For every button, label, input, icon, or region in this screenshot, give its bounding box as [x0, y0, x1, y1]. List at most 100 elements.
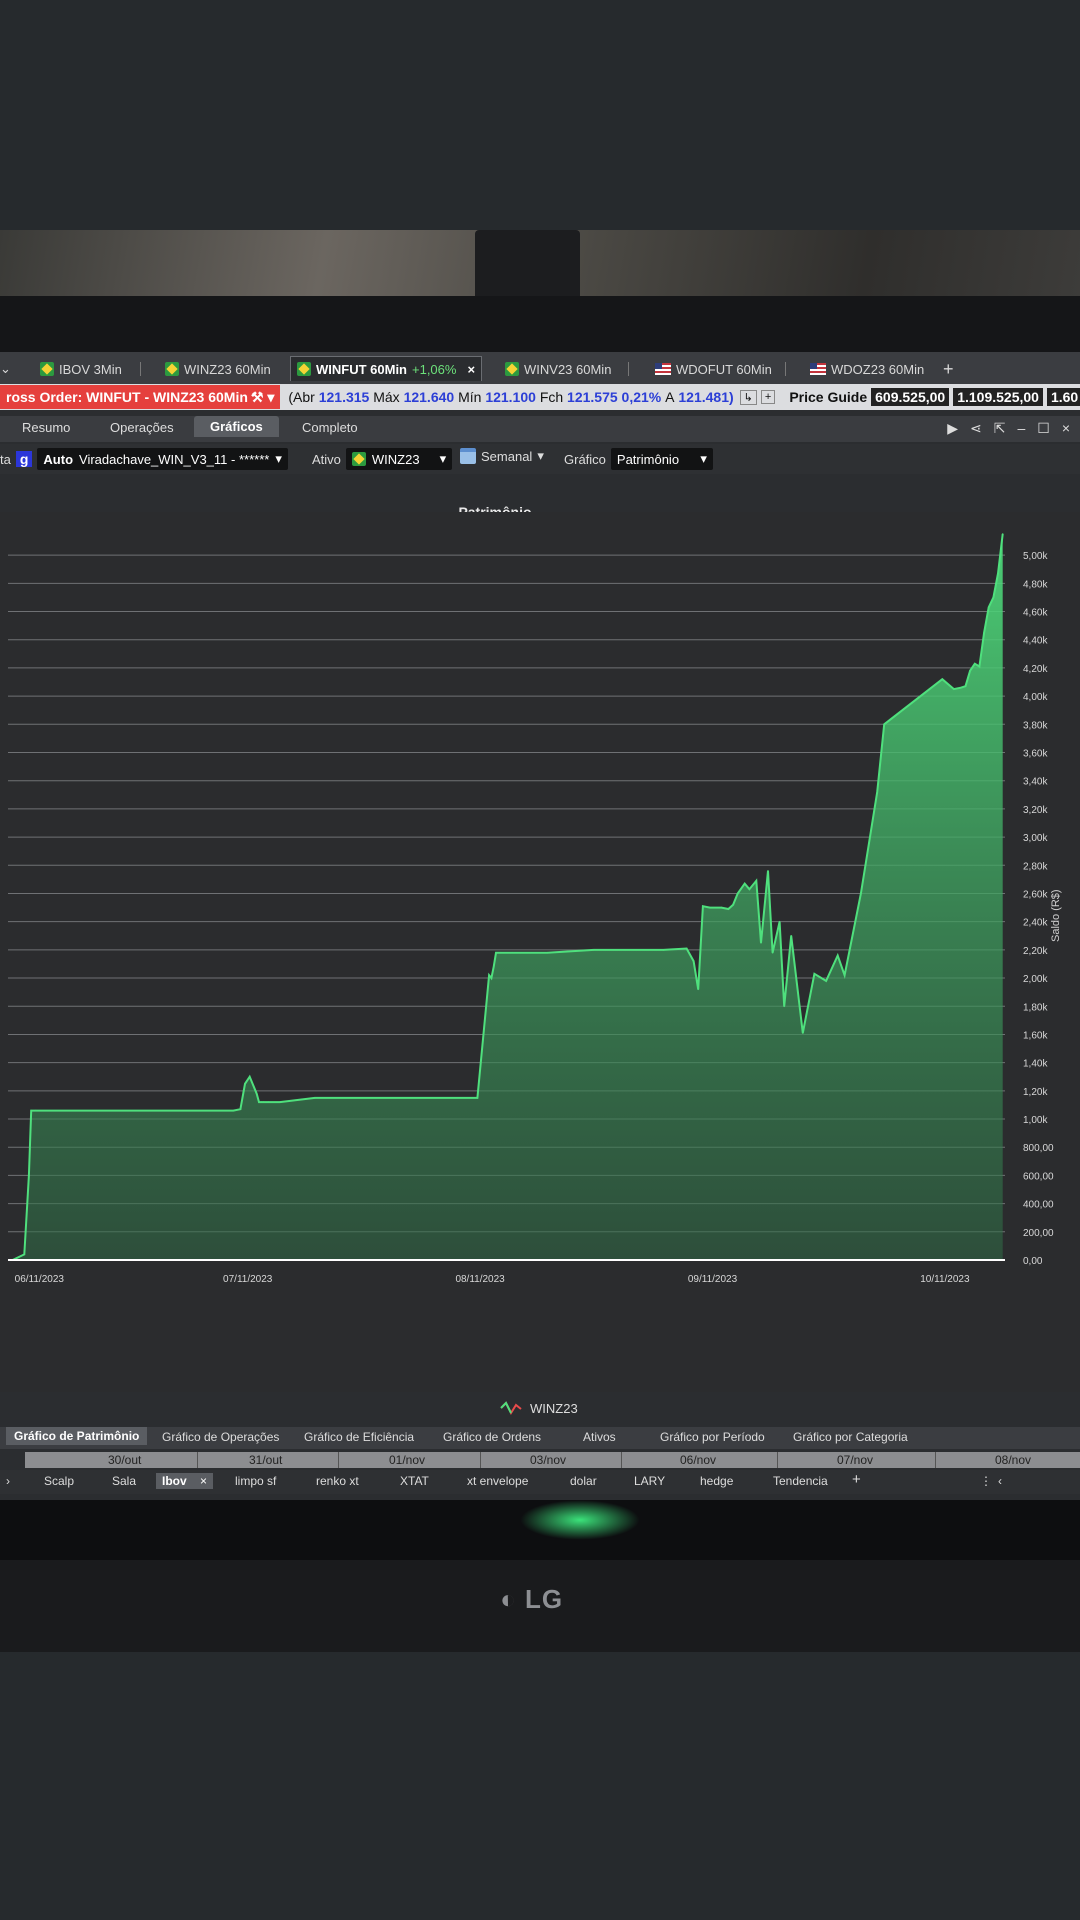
timeline-date: 08/nov — [995, 1453, 1032, 1467]
strategy-dropdown[interactable]: Auto Viradachave_WIN_V3_11 - ****** ▾ — [37, 448, 288, 470]
workspace-tendencia[interactable]: Tendencia — [773, 1474, 828, 1488]
data-point — [279, 1101, 281, 1103]
maximize-icon[interactable]: ☐ — [1037, 420, 1050, 437]
minimize-icon[interactable]: – — [1017, 420, 1025, 437]
tab-grafico-periodo[interactable]: Gráfico por Período — [660, 1430, 765, 1444]
monitor-bezel-top — [0, 296, 1080, 352]
data-point — [314, 1097, 316, 1099]
workspace-renko-xt[interactable]: renko xt — [316, 1474, 359, 1488]
workspace-dolar[interactable]: dolar — [570, 1474, 597, 1488]
tab-ativos[interactable]: Ativos — [583, 1430, 616, 1444]
workspace-close-icon[interactable]: × — [200, 1474, 207, 1488]
data-point — [987, 606, 990, 609]
tab-grafico-patrimonio[interactable]: Gráfico de Patrimônio — [6, 1427, 148, 1445]
ativo-value: WINZ23 — [371, 451, 420, 467]
settings-x-icon: ⚒ ▾ — [250, 388, 275, 405]
data-point — [997, 572, 999, 575]
workspace-xtat[interactable]: XTAT — [400, 1474, 429, 1488]
tab-grafico-ordens[interactable]: Gráfico de Ordens — [443, 1430, 541, 1444]
timeline-divider — [777, 1452, 778, 1468]
add-workspace-button[interactable]: + — [852, 1471, 861, 1488]
tab-graficos[interactable]: Gráficos — [194, 416, 279, 437]
brand-label: LG — [524, 1584, 564, 1614]
workspace-sala[interactable]: Sala — [112, 1474, 136, 1488]
toolbar-label-cut: ta — [0, 451, 11, 467]
data-point — [843, 974, 846, 976]
data-point — [546, 951, 548, 954]
timeline-divider — [338, 1452, 339, 1468]
data-point — [23, 1253, 26, 1256]
y-tick-label: 1,00k — [1023, 1115, 1048, 1126]
workspace-scalp[interactable]: Scalp — [44, 1474, 74, 1488]
tab-operacoes[interactable]: Operações — [110, 420, 174, 435]
play-icon[interactable]: ▶ — [947, 420, 958, 437]
cross-order-button[interactable]: ross Order: WINFUT - WINZ23 60Min ⚒ ▾ — [0, 385, 281, 409]
period-dropdown[interactable]: Semanal ▾ — [460, 448, 544, 464]
tab-winz23-60min[interactable]: WINZ23 60Min — [165, 357, 271, 381]
tab-label: WINZ23 60Min — [184, 361, 271, 377]
data-point — [732, 904, 734, 906]
scroll-right-icon[interactable]: › — [6, 1474, 10, 1488]
timeline-divider — [935, 1452, 936, 1468]
tab-winfut-60min[interactable]: WINFUT 60Min +1,06% × — [290, 356, 483, 381]
scroll-left-icon[interactable]: ‹ — [998, 1474, 1002, 1488]
data-point — [953, 688, 955, 690]
plus-icon[interactable]: + — [760, 390, 776, 404]
y-tick-label: 3,00k — [1023, 833, 1048, 844]
data-point — [876, 791, 878, 793]
tab-ibov-3min[interactable]: IBOV 3Min — [40, 357, 122, 381]
ativo-dropdown[interactable]: WINZ23 ▾ — [345, 448, 453, 470]
tab-divider — [785, 362, 786, 376]
export-icon[interactable]: ⇱ — [994, 420, 1006, 437]
data-point — [760, 942, 762, 944]
workspace-hedge[interactable]: hedge — [700, 1474, 733, 1488]
y-tick-label: 2,00k — [1023, 974, 1048, 985]
workspace-limpo-sf[interactable]: limpo sf — [235, 1474, 276, 1488]
workspace-ibov[interactable]: Ibov × — [156, 1473, 214, 1489]
tab-completo[interactable]: Completo — [302, 420, 358, 435]
share-icon[interactable]: ⋖ — [970, 420, 982, 437]
grafico-label: Gráfico — [564, 451, 606, 467]
chevron-down-icon: ▾ — [275, 451, 282, 466]
tab-close-icon[interactable]: × — [467, 362, 475, 377]
y-tick-label: 1,60k — [1023, 1030, 1048, 1041]
workspace-tabs: › Scalp Sala Ibov × limpo sf renko xt XT… — [0, 1470, 1080, 1494]
price-guide-label: Price Guide — [789, 389, 868, 405]
data-point — [736, 892, 739, 895]
tab-menu-chevron[interactable]: ⌄ — [0, 357, 11, 381]
tab-grafico-operacoes[interactable]: Gráfico de Operações — [162, 1430, 279, 1444]
tab-resumo[interactable]: Resumo — [22, 420, 70, 435]
window-controls: ▶ ⋖ ⇱ – ☐ × — [947, 420, 1070, 437]
y-tick-label: 800,00 — [1023, 1143, 1054, 1154]
data-point — [1001, 533, 1004, 535]
timeline-divider — [480, 1452, 481, 1468]
data-point — [941, 678, 944, 680]
expand-icon[interactable]: ↳ — [739, 389, 757, 405]
legend-line-icon — [500, 1401, 522, 1416]
data-point — [28, 1174, 30, 1177]
tab-grafico-eficiencia[interactable]: Gráfico de Eficiência — [304, 1430, 414, 1444]
data-point — [499, 951, 502, 954]
data-point — [983, 631, 985, 634]
data-point — [258, 1101, 260, 1103]
tab-winv23-60min[interactable]: WINV23 60Min — [505, 357, 611, 381]
tab-wdofut-60min[interactable]: WDOFUT 60Min — [655, 357, 772, 381]
y-tick-label: 5,00k — [1023, 551, 1048, 562]
data-point — [476, 1097, 479, 1099]
tab-wdoz23-60min[interactable]: WDOZ23 60Min — [810, 357, 924, 381]
grafico-dropdown[interactable]: Patrimônio ▾ — [610, 448, 713, 470]
y-tick-label: 1,40k — [1023, 1059, 1048, 1070]
add-tab-button[interactable]: + — [943, 357, 954, 381]
timeline-date: 07/nov — [837, 1453, 874, 1467]
more-options-icon[interactable]: ⋮ — [980, 1474, 992, 1488]
workspace-xt-envelope[interactable]: xt envelope — [467, 1474, 528, 1488]
tab-grafico-categoria[interactable]: Gráfico por Categoria — [793, 1430, 908, 1444]
y-tick-label: 3,20k — [1023, 805, 1048, 816]
brazil-flag-icon — [40, 362, 54, 376]
data-point — [727, 908, 730, 910]
monitor-screen: ⌄ IBOV 3Min WINZ23 60Min WINFUT 60Min +1… — [0, 352, 1080, 1500]
timeline-strip[interactable]: 30/out 31/out 01/nov 03/nov 06/nov 07/no… — [25, 1452, 1080, 1468]
close-icon[interactable]: × — [1062, 420, 1070, 437]
lg-circle-icon: ◐ — [500, 1584, 517, 1614]
workspace-lary[interactable]: LARY — [634, 1474, 665, 1488]
